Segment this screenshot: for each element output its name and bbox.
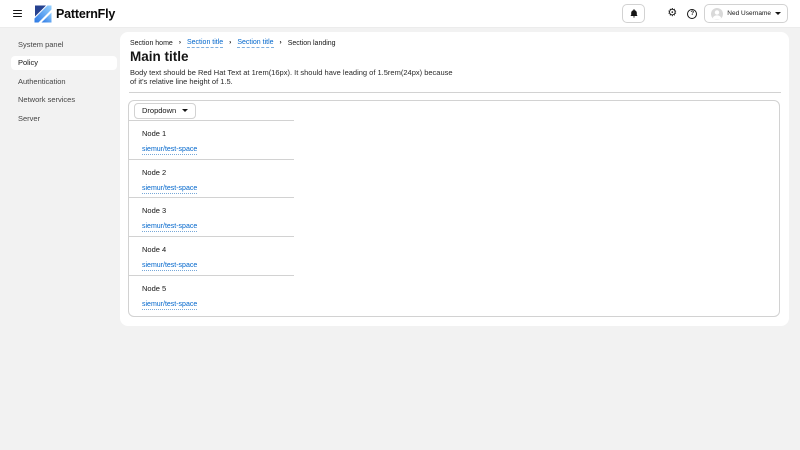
bell-icon — [629, 8, 639, 19]
breadcrumb-item-section-landing: Section landing — [288, 40, 336, 47]
node-name: Node 1 — [142, 129, 294, 138]
section-divider — [129, 92, 781, 93]
avatar — [711, 8, 723, 20]
dropdown-label: Dropdown — [142, 106, 176, 115]
node-link[interactable]: siemur/test-space — [142, 146, 197, 155]
nav-toggle-hamburger-icon[interactable] — [13, 10, 22, 18]
list-item-node-5: Node 5 siemur/test-space — [129, 276, 294, 315]
node-name: Node 4 — [142, 245, 294, 254]
notifications-button[interactable] — [622, 4, 645, 23]
patternfly-logo-icon — [34, 5, 52, 23]
main-content-panel: Section home › Section title › Section t… — [120, 32, 789, 326]
brand: PatternFly — [34, 5, 115, 23]
sidebar-item-network-services[interactable]: Network services — [11, 93, 117, 107]
node-link[interactable]: siemur/test-space — [142, 223, 197, 232]
chevron-right-icon: › — [179, 40, 181, 47]
list-item-node-3: Node 3 siemur/test-space — [129, 198, 294, 237]
body-text-line: of it's relative line height of 1.5. — [130, 78, 453, 87]
breadcrumb-item-section-title-2[interactable]: Section title — [237, 39, 273, 48]
node-link[interactable]: siemur/test-space — [142, 301, 197, 310]
node-list-column: Dropdown Node 1 siemur/test-space Node 2… — [129, 101, 294, 314]
page-title: Main title — [130, 49, 189, 64]
chevron-right-icon: › — [280, 40, 282, 47]
user-name: Ned Username — [727, 10, 771, 17]
brand-name: PatternFly — [56, 7, 115, 21]
masthead-actions: ⚙ ? Ned Username — [622, 4, 788, 23]
node-link[interactable]: siemur/test-space — [142, 185, 197, 194]
sidebar-item-policy[interactable]: Policy — [11, 56, 117, 70]
node-name: Node 2 — [142, 168, 294, 177]
caret-down-icon — [182, 109, 188, 112]
masthead: PatternFly ⚙ ? Ned Username — [0, 0, 800, 28]
list-item-node-2: Node 2 siemur/test-space — [129, 160, 294, 199]
sidebar-item-server[interactable]: Server — [11, 111, 117, 125]
chevron-right-icon: › — [229, 40, 231, 47]
caret-down-icon — [775, 12, 781, 15]
breadcrumb-item-section-home[interactable]: Section home — [130, 40, 173, 47]
user-menu-button[interactable]: Ned Username — [704, 4, 788, 23]
node-name: Node 5 — [142, 284, 294, 293]
node-name: Node 3 — [142, 206, 294, 215]
list-item-node-1: Node 1 siemur/test-space — [129, 121, 294, 160]
sidebar-item-system-panel[interactable]: System panel — [11, 37, 117, 51]
dropdown-toggle-button[interactable]: Dropdown — [134, 103, 196, 119]
node-list-card: Dropdown Node 1 siemur/test-space Node 2… — [128, 100, 780, 317]
breadcrumb-item-section-title-1[interactable]: Section title — [187, 39, 223, 48]
sidebar-item-authentication[interactable]: Authentication — [11, 74, 117, 88]
list-item-node-4: Node 4 siemur/test-space — [129, 237, 294, 276]
breadcrumb: Section home › Section title › Section t… — [130, 39, 336, 48]
help-icon[interactable]: ? — [687, 9, 697, 19]
settings-gear-icon[interactable]: ⚙ — [667, 8, 677, 19]
sidebar-nav: System panel Policy Authentication Netwo… — [0, 28, 120, 450]
card-toolbar: Dropdown — [129, 101, 294, 121]
body-text: Body text should be Red Hat Text at 1rem… — [130, 69, 453, 86]
node-link[interactable]: siemur/test-space — [142, 262, 197, 271]
